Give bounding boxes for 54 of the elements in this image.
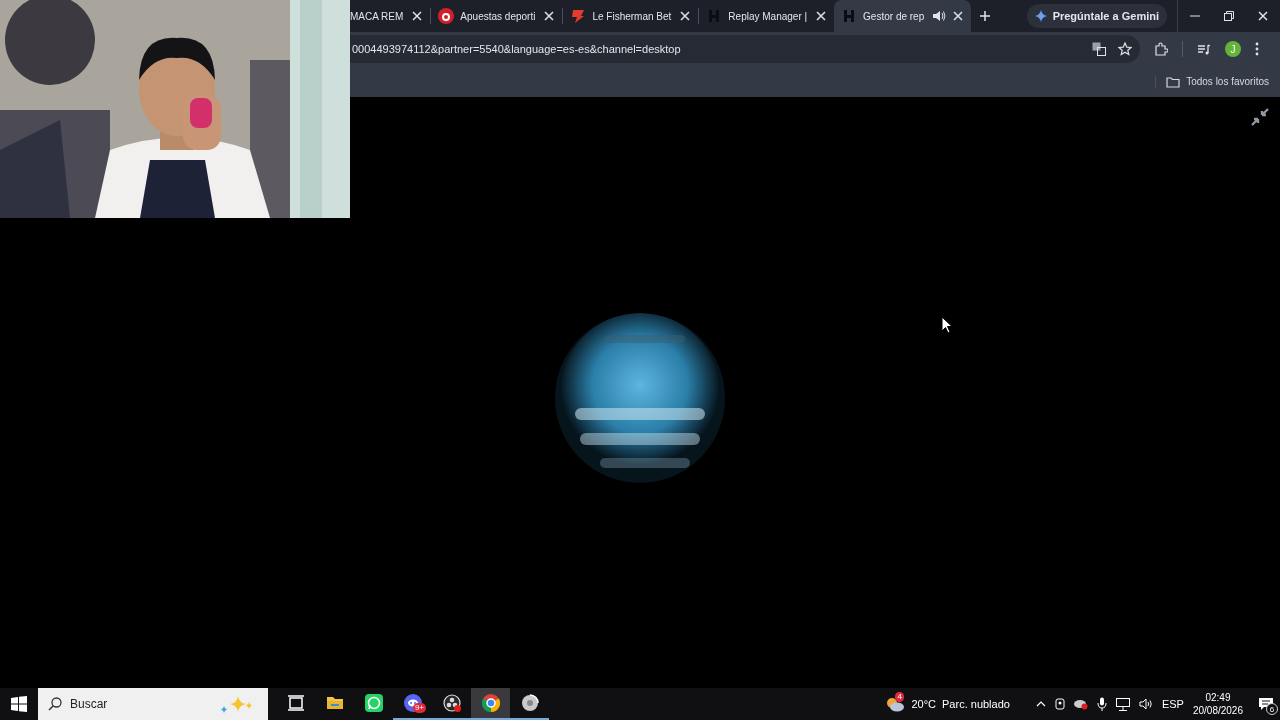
translate-icon[interactable] bbox=[1092, 42, 1106, 56]
close-icon[interactable] bbox=[952, 10, 965, 22]
browser-tab[interactable]: MACA REM bbox=[350, 0, 431, 32]
windows-start-icon[interactable] bbox=[11, 696, 27, 712]
chat-app-icon bbox=[364, 694, 383, 712]
exit-fullscreen-icon[interactable] bbox=[1250, 107, 1270, 127]
folder-icon bbox=[325, 694, 344, 712]
taskbar-app[interactable]: 9+ bbox=[393, 688, 432, 720]
temperature-text: 20°C bbox=[911, 698, 937, 710]
cloud-error-icon[interactable] bbox=[1073, 698, 1088, 710]
menu-icon[interactable] bbox=[1255, 42, 1259, 56]
search-field[interactable]: Buscar bbox=[70, 688, 210, 720]
circle-favicon-icon bbox=[438, 8, 455, 24]
task-view-icon bbox=[286, 694, 305, 712]
recorder-app-icon bbox=[442, 694, 461, 712]
webcam-icon[interactable] bbox=[1054, 697, 1065, 711]
badge-count: 4 bbox=[895, 692, 904, 702]
chevron-up-icon[interactable] bbox=[1035, 701, 1046, 707]
browser-tab[interactable]: Gestor de rep bbox=[834, 0, 972, 32]
browser-app-icon bbox=[481, 694, 500, 712]
mouse-cursor-icon bbox=[941, 316, 953, 334]
speaker-icon[interactable] bbox=[932, 10, 947, 22]
browser-tab[interactable]: Le Fisherman Bet bbox=[563, 0, 699, 32]
browser-tab[interactable]: Replay Manager | bbox=[699, 0, 835, 32]
new-tab-icon[interactable] bbox=[979, 10, 992, 22]
close-icon[interactable] bbox=[815, 10, 828, 22]
language-indicator[interactable]: ESP bbox=[1161, 698, 1184, 710]
browser-tab[interactable]: Apuestas deporti bbox=[431, 0, 563, 32]
restore-icon[interactable] bbox=[1223, 10, 1235, 22]
address-bar[interactable]: 0004493974112&partner=5540&language=es-es&channel=desktop bbox=[350, 35, 1140, 63]
star-icon[interactable] bbox=[1118, 42, 1132, 56]
puzzle-icon[interactable] bbox=[1154, 42, 1168, 56]
media-icon[interactable] bbox=[1197, 43, 1211, 55]
close-icon[interactable] bbox=[679, 10, 692, 22]
folder-icon bbox=[1166, 75, 1181, 88]
badge-count: 6 bbox=[1266, 703, 1278, 715]
gemini-button[interactable]: Pregúntale a Gemini bbox=[1026, 4, 1167, 28]
speaker-icon[interactable] bbox=[1138, 698, 1153, 710]
close-icon[interactable] bbox=[543, 10, 556, 22]
microphone-icon[interactable] bbox=[1096, 697, 1107, 711]
clock[interactable]: 02:49 20/08/2026 bbox=[1192, 691, 1243, 717]
all-bookmarks-folder[interactable]: Todos los favoritos bbox=[1155, 75, 1269, 88]
flame-favicon-icon bbox=[570, 8, 587, 24]
taskbar-app[interactable] bbox=[471, 688, 510, 720]
sparkle-icon bbox=[1034, 10, 1047, 22]
weather-text: Parc. nublado bbox=[942, 698, 1010, 710]
close-icon[interactable] bbox=[411, 10, 424, 22]
url-text: 0004493974112&partner=5540&language=es-es&channel=desktop bbox=[352, 43, 682, 55]
close-icon[interactable] bbox=[1257, 10, 1269, 22]
disc-app-icon bbox=[520, 694, 539, 712]
badge-count: 9+ bbox=[412, 703, 426, 713]
search-icon bbox=[48, 697, 62, 711]
network-icon[interactable] bbox=[1115, 697, 1130, 711]
search-box[interactable]: Buscar bbox=[38, 688, 268, 720]
